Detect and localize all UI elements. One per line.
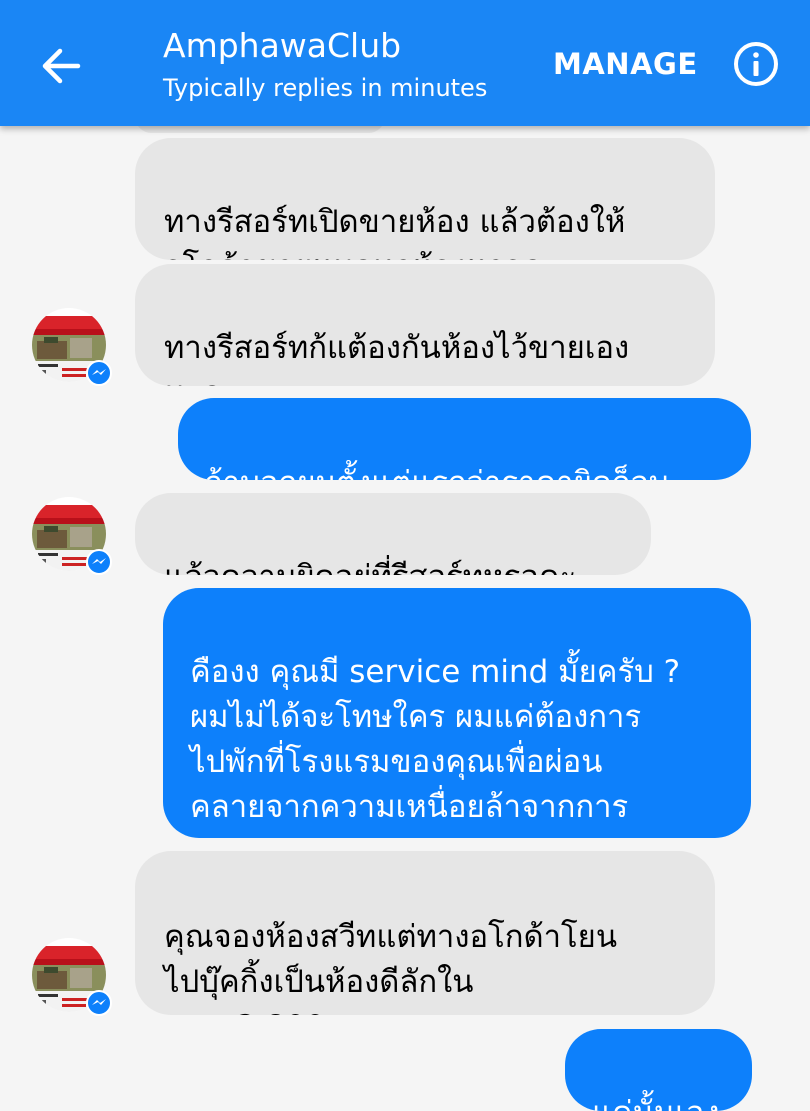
- message-text: ทางรีสอร์ทเปิดขายห้อง แล้วต้องให้ อโกด้า…: [164, 204, 626, 260]
- messenger-badge-icon: [86, 549, 112, 575]
- message-text: คืองง คุณมี service mind มั้ยครับ ? ผมไม…: [190, 654, 681, 838]
- response-time-subtitle: Typically replies in minutes: [163, 74, 488, 102]
- info-icon: [734, 42, 778, 86]
- page-title: AmphawaClub: [163, 26, 402, 65]
- arrow-left-icon: [42, 48, 81, 84]
- message-text: ถ้าบอกผมตั้งแต่แรกว่าราคาผิดก็จบ: [204, 465, 669, 480]
- message-text: คุณจองห้องสวีทแต่ทางอโกด้าโยน ไปบุ๊คกิ้ง…: [164, 919, 618, 1015]
- message-bubble-incoming[interactable]: ทางรีสอร์ทก้แต้องกันห้องไว้ขายเอง นะคะ: [135, 264, 715, 386]
- message-text: แล้วความผิดอยู่ที่รีสอร์ทหรอคะ: [164, 559, 576, 575]
- message-bubble-outgoing[interactable]: แค่นั้นเอง: [565, 1029, 752, 1111]
- avatar[interactable]: [32, 497, 112, 575]
- manage-button[interactable]: MANAGE: [553, 44, 698, 84]
- message-list[interactable]: ทางรีสอร์ทเปิดขายห้อง แล้วต้องให้ อโกด้า…: [0, 0, 810, 1111]
- message-bubble-incoming[interactable]: คุณจองห้องสวีทแต่ทางอโกด้าโยน ไปบุ๊คกิ้ง…: [135, 851, 715, 1015]
- message-bubble-outgoing[interactable]: ถ้าบอกผมตั้งแต่แรกว่าราคาผิดก็จบ: [178, 398, 751, 480]
- message-bubble-incoming[interactable]: แล้วความผิดอยู่ที่รีสอร์ทหรอคะ: [135, 493, 651, 575]
- message-bubble-outgoing[interactable]: คืองง คุณมี service mind มั้ยครับ ? ผมไม…: [163, 588, 751, 838]
- message-bubble-incoming[interactable]: ทางรีสอร์ทเปิดขายห้อง แล้วต้องให้ อโกด้า…: [135, 138, 715, 260]
- info-button[interactable]: [732, 40, 780, 88]
- messenger-badge-icon: [86, 990, 112, 1016]
- back-button[interactable]: [30, 34, 94, 98]
- message-text: แค่นั้นเอง: [592, 1095, 719, 1111]
- messenger-badge-icon: [86, 360, 112, 386]
- message-text: ทางรีสอร์ทก้แต้องกันห้องไว้ขายเอง นะคะ: [164, 330, 630, 386]
- avatar[interactable]: [32, 938, 112, 1016]
- app-header: AmphawaClub Typically replies in minutes…: [0, 0, 810, 126]
- avatar[interactable]: [32, 308, 112, 386]
